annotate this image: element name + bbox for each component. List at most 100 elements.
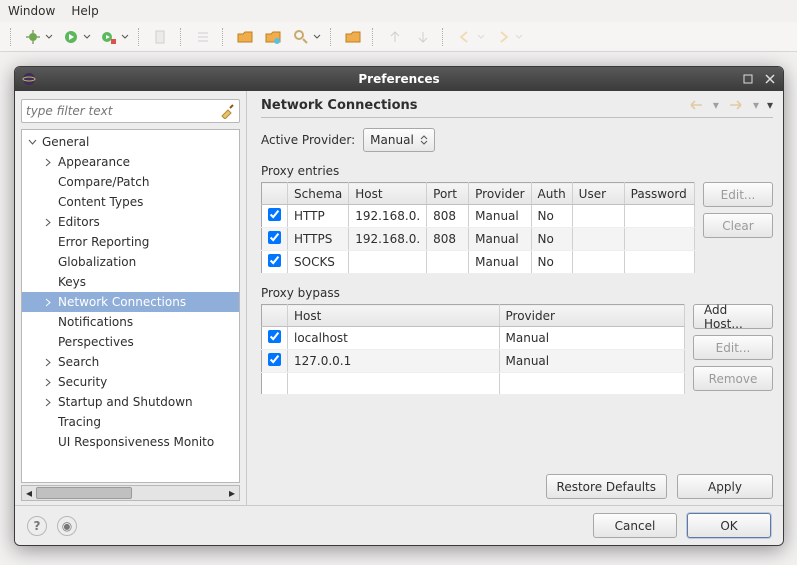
tree-item[interactable]: Compare/Patch [22,172,239,192]
open-type-icon[interactable] [234,26,256,48]
table-row[interactable]: 127.0.0.1Manual [262,350,685,373]
tree-item[interactable]: Error Reporting [22,232,239,252]
table-row[interactable]: HTTP192.168.0.808ManualNo [262,205,695,228]
col-port[interactable]: Port [427,183,469,205]
cell-auth: No [531,205,572,228]
tree-item[interactable]: Tracing [22,412,239,432]
cell-password [624,205,694,228]
twisty-closed-icon[interactable] [42,216,54,228]
tree-item[interactable]: UI Responsiveness Monito [22,432,239,452]
chevron-down-icon[interactable] [120,26,130,48]
scroll-left-icon[interactable]: ◂ [22,486,36,500]
col-provider[interactable]: Provider [469,183,531,205]
toolbar-separator [222,28,226,46]
clear-filter-icon[interactable] [219,103,235,119]
filter-field[interactable] [21,99,240,123]
horizontal-scrollbar[interactable]: ◂ ▸ [21,485,240,501]
tree-root-general[interactable]: General [22,132,239,152]
table-row[interactable]: SOCKSManualNo [262,251,695,274]
twisty-closed-icon[interactable] [42,396,54,408]
chevron-down-icon[interactable] [312,26,322,48]
chevron-down-icon[interactable] [82,26,92,48]
table-row[interactable]: localhostManual [262,327,685,350]
col-schema[interactable]: Schema [288,183,349,205]
tree-item[interactable]: Editors [22,212,239,232]
menu-window[interactable]: Window [8,4,55,18]
twisty-closed-icon[interactable] [42,156,54,168]
tree-item[interactable]: Keys [22,272,239,292]
dialog-bottom-bar: ? ◉ Cancel OK [15,505,783,545]
tree-item[interactable]: Globalization [22,252,239,272]
back-arrow-icon[interactable] [687,97,705,113]
tree-item[interactable]: Appearance [22,152,239,172]
clear-proxy-button[interactable]: Clear [703,213,773,238]
row-checkbox[interactable] [268,254,281,267]
col-user[interactable]: User [572,183,624,205]
forward-icon [492,26,514,48]
folder-icon[interactable] [342,26,364,48]
maximize-icon[interactable] [739,70,757,88]
preferences-page: Network Connections ▾ ▾ ▾ Active Provide… [247,91,783,505]
tree-item[interactable]: Search [22,352,239,372]
cell-provider: Manual [499,350,685,373]
filter-input[interactable] [26,104,219,118]
help-icon[interactable]: ? [27,516,47,536]
remove-bypass-button[interactable]: Remove [693,366,773,391]
col-password[interactable]: Password [624,183,694,205]
tree-label: General [42,135,89,149]
preferences-tree[interactable]: General AppearanceCompare/PatchContent T… [21,129,240,483]
row-checkbox[interactable] [268,330,281,343]
close-icon[interactable] [761,70,779,88]
run-icon[interactable] [60,26,82,48]
cell-provider: Manual [469,251,531,274]
forward-arrow-icon[interactable] [727,97,745,113]
chevron-down-icon[interactable] [44,26,54,48]
active-provider-select[interactable]: Manual [363,128,435,152]
menu-help[interactable]: Help [71,4,98,18]
cell-user [572,228,624,251]
twisty-closed-icon[interactable] [42,356,54,368]
run-external-icon[interactable] [98,26,120,48]
tree-label: Error Reporting [58,235,149,249]
restore-defaults-button[interactable]: Restore Defaults [546,474,667,499]
col-auth[interactable]: Auth [531,183,572,205]
debug-icon[interactable] [22,26,44,48]
cell-provider: Manual [469,205,531,228]
tree-item[interactable]: Startup and Shutdown [22,392,239,412]
apply-button[interactable]: Apply [677,474,773,499]
record-icon[interactable]: ◉ [57,516,77,536]
edit-bypass-button[interactable]: Edit... [693,335,773,360]
proxy-bypass-table[interactable]: Host Provider localhostManual127.0.0.1Ma… [261,304,685,395]
list-icon [192,26,214,48]
table-row[interactable]: HTTPS192.168.0.808ManualNo [262,228,695,251]
col-host[interactable]: Host [349,183,427,205]
row-checkbox[interactable] [268,353,281,366]
tree-label: Startup and Shutdown [58,395,193,409]
dialog-title: Preferences [358,72,439,86]
scroll-thumb[interactable] [36,487,132,499]
search-icon[interactable] [290,26,312,48]
cancel-button[interactable]: Cancel [593,513,677,538]
col-bypass-provider[interactable]: Provider [499,305,685,327]
menu-dropdown-icon[interactable]: ▾ [767,98,773,112]
twisty-open-icon[interactable] [26,136,38,148]
ok-button[interactable]: OK [687,513,771,538]
row-checkbox[interactable] [268,231,281,244]
tree-item[interactable]: Perspectives [22,332,239,352]
tree-item[interactable]: Content Types [22,192,239,212]
row-checkbox[interactable] [268,208,281,221]
add-host-button[interactable]: Add Host... [693,304,773,329]
open-task-icon[interactable] [262,26,284,48]
twisty-closed-icon[interactable] [42,376,54,388]
twisty-empty [42,236,54,248]
proxy-entries-table[interactable]: Schema Host Port Provider Auth User Pass… [261,182,695,274]
edit-proxy-button[interactable]: Edit... [703,182,773,207]
col-bypass-host[interactable]: Host [288,305,500,327]
tree-item[interactable]: Network Connections [22,292,239,312]
tree-item[interactable]: Notifications [22,312,239,332]
twisty-closed-icon[interactable] [42,296,54,308]
tree-item[interactable]: Security [22,372,239,392]
cell-host: 192.168.0. [349,228,427,251]
main-toolbar [0,22,797,52]
scroll-right-icon[interactable]: ▸ [225,486,239,500]
